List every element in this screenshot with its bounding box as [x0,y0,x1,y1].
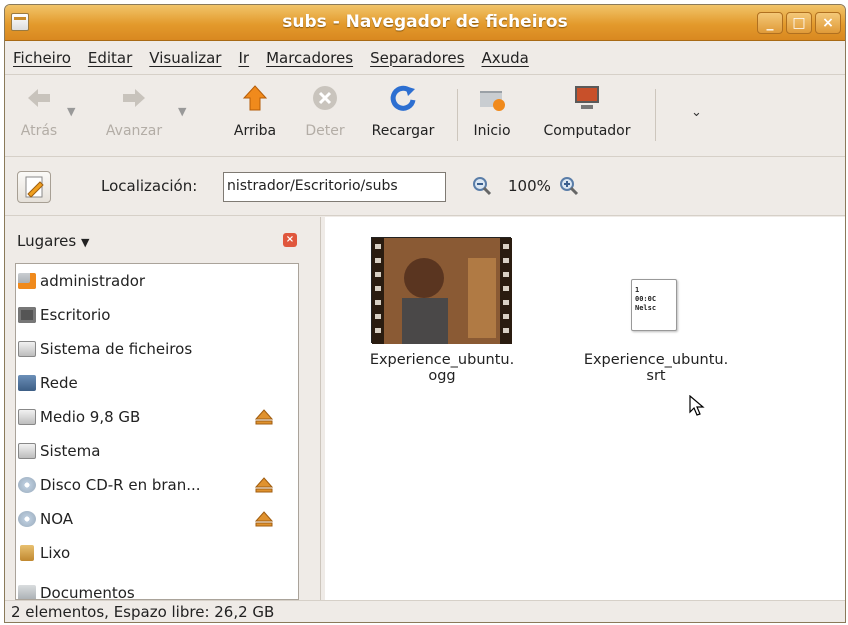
eject-icon[interactable] [255,476,273,494]
up-button[interactable]: Arriba [225,83,285,139]
forward-arrow-icon [123,89,145,107]
stop-icon [313,86,337,110]
edit-pencil-icon [25,176,44,198]
close-button[interactable]: × [815,12,841,34]
drive-icon [18,443,36,459]
cdrom-icon [18,477,36,493]
sidebar-item-noa[interactable]: NOA [16,502,298,536]
folder-icon [18,585,36,599]
window-title: subs - Navegador de ficheiros [282,12,568,32]
trash-icon [20,545,34,561]
sidebar-item-sistema[interactable]: Sistema [16,434,298,468]
zoom-out-icon[interactable] [472,176,492,196]
sidebar-header: Lugares ▼ × [5,217,321,263]
mouse-pointer-icon [689,395,705,416]
sidebar-item-sistema-de-ficheiros[interactable]: Sistema de ficheiros [16,332,298,366]
zoom-in-icon[interactable] [559,176,579,196]
menubar: Ficheiro Editar Visualizar Ir Marcadores… [5,41,845,75]
forward-history-chevron-icon[interactable]: ▼ [178,105,186,118]
file-view: Experience_ubuntu. ogg 1 00:0C Nelsc Exp… [325,217,845,600]
film-strip-thumbnail-icon [372,238,512,344]
eject-icon[interactable] [255,408,273,426]
file-item-srt[interactable]: Experience_ubuntu. srt [563,352,749,384]
subtitle-file-icon[interactable]: 1 00:0C Nelsc [631,279,677,331]
menu-separadores[interactable]: Separadores [370,49,464,67]
sidebar: Lugares ▼ × administrador Escritorio Sis… [5,217,321,600]
menu-axuda[interactable]: Axuda [481,49,528,67]
menu-ir[interactable]: Ir [238,49,249,67]
sidebar-item-escritorio[interactable]: Escritorio [16,298,298,332]
close-sidebar-icon[interactable]: × [283,233,297,247]
network-icon [18,375,36,391]
zoom-level[interactable]: 100% [508,177,551,195]
places-list: administrador Escritorio Sistema de fich… [15,263,299,600]
home-folder-icon [18,273,36,289]
reload-icon [390,85,416,111]
sidebar-item-lixo[interactable]: Lixo [16,536,298,570]
forward-button[interactable]: Avanzar [103,83,165,139]
back-history-chevron-icon[interactable]: ▼ [67,105,75,118]
sidebar-item-disco-cd-r[interactable]: Disco CD-R en bran... [16,468,298,502]
stop-button[interactable]: Deter [301,83,349,139]
home-button[interactable]: Inicio [467,83,517,139]
location-path-field[interactable]: nistrador/Escritorio/subs [223,172,446,202]
title-bar[interactable]: subs - Navegador de ficheiros _ □ × [5,5,845,41]
file-manager-window: subs - Navegador de ficheiros _ □ × Fich… [4,4,846,623]
computer-icon [575,86,599,109]
home-folder-icon [480,91,505,111]
menu-visualizar[interactable]: Visualizar [149,49,221,67]
toolbar: Atrás ▼ Avanzar ▼ Arriba Deter Recargar … [5,77,845,157]
sidebar-item-documentos[interactable]: Documentos [16,576,298,599]
sidebar-item-administrador[interactable]: administrador [16,264,298,298]
eject-icon[interactable] [255,510,273,528]
menu-editar[interactable]: Editar [88,49,132,67]
up-arrow-icon [242,85,268,111]
toggle-location-edit-button[interactable] [17,171,51,203]
back-button[interactable]: Atrás [19,83,59,139]
back-arrow-icon [28,89,50,107]
toolbar-separator [457,89,458,141]
toolbar-overflow-chevron-icon[interactable]: ⌄ [691,105,702,120]
reload-button[interactable]: Recargar [363,83,443,139]
status-bar: 2 elementos, Espazo libre: 26,2 GB [5,600,845,622]
location-bar: Localización: nistrador/Escritorio/subs … [5,158,845,216]
menu-marcadores[interactable]: Marcadores [266,49,353,67]
minimize-button[interactable]: _ [757,12,783,34]
file-item-ogg[interactable]: Experience_ubuntu. ogg [349,352,535,384]
maximize-button[interactable]: □ [786,12,812,34]
sidebar-item-rede[interactable]: Rede [16,366,298,400]
sidebar-item-medio[interactable]: Medio 9,8 GB [16,400,298,434]
sidebar-selector[interactable]: Lugares ▼ [17,232,89,250]
desktop-icon [18,307,36,323]
video-thumbnail[interactable] [371,237,512,344]
computer-button[interactable]: Computador [531,83,643,139]
chevron-down-icon: ▼ [80,236,90,249]
location-label: Localización: [101,177,198,195]
menu-ficheiro[interactable]: Ficheiro [13,49,71,67]
cdrom-icon [18,511,36,527]
filesystem-icon [18,341,36,357]
toolbar-separator [655,89,656,141]
drive-icon [18,409,36,425]
